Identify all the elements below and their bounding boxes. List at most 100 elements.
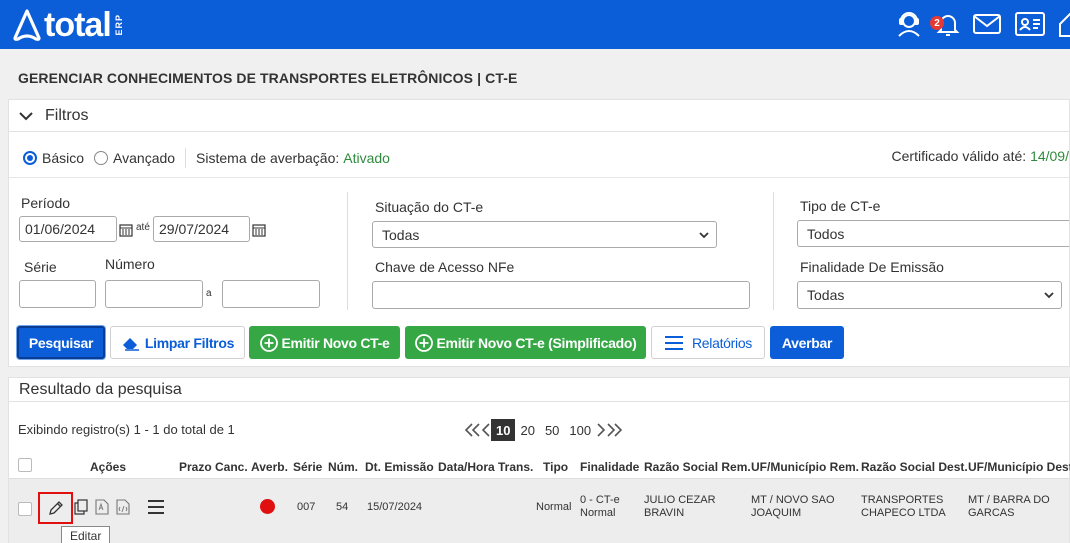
- cell-emissao: 15/07/2024: [367, 501, 423, 513]
- tooltip: Editar: [61, 526, 111, 543]
- tipo-label: Tipo de CT-e: [800, 198, 881, 214]
- filter-mode-row: Básico Avançado Sistema de averbação: At…: [23, 148, 390, 168]
- divider: [347, 192, 348, 310]
- periodo-label: Período: [21, 195, 71, 211]
- emitir-simpl-label: Emitir Novo CT-e (Simplificado): [436, 334, 637, 351]
- serie-label: Série: [24, 259, 57, 275]
- calendar-icon[interactable]: [119, 223, 133, 237]
- chave-input[interactable]: [372, 281, 750, 309]
- col-averb[interactable]: Averb.: [251, 460, 288, 474]
- situacao-label: Situação do CT-e: [375, 199, 484, 215]
- col-tipo[interactable]: Tipo: [543, 460, 568, 474]
- results-header: Resultado da pesquisa: [9, 378, 1069, 402]
- results-title: Resultado da pesquisa: [19, 380, 182, 398]
- averbacao-status: Ativado: [343, 150, 390, 166]
- select-all-checkbox[interactable]: [18, 458, 32, 472]
- plus-circle-icon: [414, 333, 433, 352]
- logo[interactable]: total ERP: [12, 6, 124, 44]
- numero-label: Número: [105, 256, 155, 272]
- cert-label: Certificado válido até:: [891, 148, 1027, 164]
- cert-value: 14/09/: [1030, 148, 1069, 164]
- col-razao-rem[interactable]: Razão Social Rem.: [644, 460, 751, 474]
- double-chevron-right-icon[interactable]: [606, 422, 624, 438]
- tipo-select[interactable]: Todos: [797, 220, 1069, 247]
- page-size-20[interactable]: 20: [515, 419, 539, 441]
- finalidade-select[interactable]: Todas: [797, 281, 1062, 309]
- separator: [185, 148, 187, 168]
- eraser-icon: [122, 337, 139, 351]
- cell-finalidade-line2: Normal: [580, 507, 616, 519]
- limpar-label: Limpar Filtros: [144, 334, 235, 351]
- logo-a-icon: [13, 9, 41, 41]
- double-chevron-left-icon[interactable]: [463, 422, 481, 438]
- col-prazo-canc[interactable]: Prazo Canc.: [179, 460, 248, 474]
- edit-highlight[interactable]: [38, 492, 73, 524]
- radio-basic[interactable]: [23, 151, 37, 165]
- averbacao-status-dot: [260, 499, 275, 514]
- support-icon[interactable]: [893, 8, 925, 40]
- col-razao-dest[interactable]: Razão Social Dest.: [861, 460, 968, 474]
- menu-lines-icon: [664, 335, 683, 350]
- page-size-10[interactable]: 10: [491, 419, 516, 441]
- col-finalidade[interactable]: Finalidade: [580, 460, 639, 474]
- col-acoes[interactable]: Ações: [90, 460, 126, 474]
- home-icon[interactable]: [1054, 8, 1070, 40]
- col-data-hora-trans[interactable]: Data/Hora Trans.: [438, 460, 533, 474]
- xml-file-icon[interactable]: [115, 498, 131, 516]
- chave-label: Chave de Acesso NFe: [375, 259, 515, 275]
- cell-razao-rem: JULIO CEZAR BRAVIN: [644, 494, 716, 520]
- numero-from-input[interactable]: [105, 280, 203, 308]
- pesquisar-button[interactable]: Pesquisar: [17, 326, 105, 359]
- radio-advanced-label[interactable]: Avançado: [113, 150, 175, 166]
- cell-razao-rem-line2: BRAVIN: [644, 507, 685, 519]
- page-size-100[interactable]: 100: [564, 419, 596, 441]
- relatorios-button[interactable]: Relatórios: [651, 326, 765, 359]
- radio-basic-label[interactable]: Básico: [42, 150, 84, 166]
- numero-to-input[interactable]: [222, 280, 320, 308]
- date-from-input[interactable]: 01/06/2024: [19, 216, 117, 242]
- limpar-filtros-button[interactable]: Limpar Filtros: [110, 326, 245, 359]
- pesquisar-label: Pesquisar: [28, 334, 94, 351]
- emitir-cte-button[interactable]: Emitir Novo CT-e: [249, 326, 400, 359]
- col-dt-emissao[interactable]: Dt. Emissão: [365, 460, 434, 474]
- cell-uf-rem-line2: JOAQUIM: [751, 507, 802, 519]
- cell-uf-dest-line2: GARCAS: [968, 507, 1015, 519]
- col-uf-dest[interactable]: UF/Município Dest.: [968, 460, 1070, 474]
- emitir-cte-simplificado-button[interactable]: Emitir Novo CT-e (Simplificado): [405, 326, 646, 359]
- finalidade-value: Todas: [807, 287, 845, 303]
- chevron-down-icon[interactable]: [19, 111, 33, 121]
- pdf-icon[interactable]: [94, 498, 110, 516]
- averbar-button[interactable]: Averbar: [770, 326, 844, 359]
- cell-razao-dest: TRANSPORTES CHAPECO LTDA: [861, 494, 946, 520]
- results-info: Exibindo registro(s) 1 - 1 do total de 1: [18, 422, 235, 437]
- page-size-50[interactable]: 50: [540, 419, 564, 441]
- logo-text: total: [44, 6, 112, 44]
- chevron-left-icon[interactable]: [481, 422, 491, 438]
- date-to-input[interactable]: 29/07/2024: [153, 216, 250, 242]
- situacao-select[interactable]: Todas: [372, 221, 717, 248]
- tipo-value: Todos: [807, 225, 845, 242]
- filters-header[interactable]: Filtros: [9, 100, 1069, 132]
- radio-advanced[interactable]: [94, 151, 109, 165]
- mail-icon[interactable]: [971, 8, 1003, 40]
- cell-finalidade: 0 - CT-e Normal: [580, 494, 620, 520]
- col-uf-rem[interactable]: UF/Município Rem.: [751, 460, 859, 474]
- hamburger-menu-icon[interactable]: [145, 497, 167, 517]
- filters-title: Filtros: [45, 106, 89, 124]
- page-title: GERENCIAR CONHECIMENTOS DE TRANSPORTES E…: [18, 70, 518, 86]
- certificate-info: Certificado válido até: 14/09/: [892, 148, 1069, 164]
- a-label: a: [206, 288, 212, 299]
- profile-card-icon[interactable]: [1014, 8, 1046, 40]
- pagination: 10 20 50 100: [463, 418, 624, 442]
- calendar-icon[interactable]: [252, 223, 266, 237]
- row-checkbox[interactable]: [18, 502, 32, 516]
- copy-icon[interactable]: [73, 498, 89, 516]
- logo-erp: ERP: [113, 14, 124, 36]
- col-serie[interactable]: Série: [293, 460, 322, 474]
- cell-uf-dest: MT / BARRA DO GARCAS: [968, 494, 1050, 520]
- col-num[interactable]: Núm.: [328, 460, 358, 474]
- chevron-right-icon[interactable]: [596, 422, 606, 438]
- cell-razao-dest-line1: TRANSPORTES: [861, 494, 944, 506]
- serie-input[interactable]: [19, 280, 96, 308]
- cell-tipo: Normal: [536, 501, 572, 513]
